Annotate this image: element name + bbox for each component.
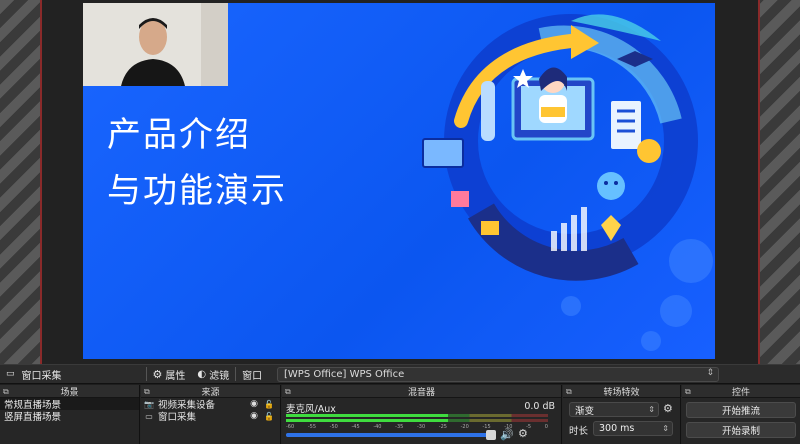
mixer-track-name: 麦克风/Aux [286, 404, 336, 415]
scene-item-label: 竖屏直播场景 [4, 412, 62, 423]
gear-icon: ⚙ [152, 367, 163, 381]
dock-float-icon[interactable]: ⧉ [566, 387, 572, 397]
slide-title-line1: 产品介绍 [107, 115, 251, 155]
window-select-dropdown[interactable]: [WPS Office] WPS Office ⇕ [277, 367, 719, 382]
eye-icon[interactable]: ◉ [250, 399, 258, 409]
audio-mixer-dock: ⧉ 混音器 麦克风/Aux 0.0 dB -60 -55 -50 -45 -40 -35 -… [282, 385, 562, 444]
slide-illustration [422, 14, 713, 351]
mixer-header-label: 混音器 [407, 387, 435, 398]
mixer-scale-tick: -45 [351, 424, 360, 430]
mixer-scale-tick: -35 [395, 424, 404, 430]
controls-dock: ⧉ 控件 开始推流 开始录制 [682, 385, 800, 444]
transitions-dock: ⧉ 转场特效 渐变 ⇕ ⚙ 时长 300 ms ⇕ [563, 385, 681, 444]
sources-header-label: 来源 [201, 387, 220, 398]
duration-label: 时长 [569, 426, 589, 437]
scenes-dock: ⧉ 场景 常规直播场景 竖屏直播场景 [0, 385, 140, 444]
dock-float-icon[interactable]: ⧉ [685, 387, 691, 397]
volume-slider-knob[interactable] [485, 430, 496, 440]
updown-chevron-icon: ⇕ [648, 405, 655, 414]
capture-source-label: 窗口采集 [21, 370, 62, 382]
source-item[interactable]: ▭ 窗口采集 ◉ 🔓 [141, 410, 280, 423]
transition-type-value: 渐变 [575, 405, 595, 417]
volume-slider[interactable] [286, 430, 496, 440]
updown-chevron-icon: ⇕ [662, 424, 669, 433]
mixer-level-readout: 0.0 dB [524, 401, 555, 412]
updown-chevron-icon: ⇕ [706, 368, 714, 378]
window-icon: ▭ [145, 411, 153, 421]
filters-label: 滤镜 [209, 370, 230, 382]
source-item-label: 窗口采集 [158, 412, 197, 423]
duration-spinbox[interactable]: 300 ms ⇕ [593, 421, 673, 436]
mixer-scale-tick: -30 [416, 424, 426, 430]
source-toolbar: ▭ 窗口采集 ⚙ 属性 ◐ 滤镜 窗口 [WPS Office] WPS Off… [0, 364, 800, 384]
bounds-edge-left [40, 0, 42, 364]
scenes-dock-header: ⧉ 场景 [0, 385, 139, 398]
properties-button[interactable]: ⚙ 属性 [147, 364, 192, 384]
slide-title: 产品介绍 与功能演示 [107, 107, 287, 219]
transition-type-select[interactable]: 渐变 ⇕ [569, 402, 659, 417]
scenes-header-label: 场景 [60, 387, 79, 398]
preview-area[interactable]: 产品介绍 与功能演示 [0, 0, 800, 364]
transitions-header-label: 转场特效 [603, 387, 640, 398]
capture-source-name: ▭ 窗口采集 [0, 364, 68, 384]
start-streaming-label: 开始推流 [721, 406, 760, 417]
webcam-person-image [83, 3, 228, 86]
properties-label: 属性 [165, 370, 186, 382]
mixer-scale-tick: 0 [544, 424, 548, 430]
start-recording-button[interactable]: 开始录制 [686, 422, 796, 438]
transitions-dock-header: ⧉ 转场特效 [563, 385, 680, 398]
start-recording-label: 开始录制 [721, 426, 760, 437]
speaker-icon[interactable]: 🔊 [500, 428, 514, 441]
mixer-scale-tick: -55 [307, 424, 316, 430]
bounds-edge-right [758, 0, 760, 364]
gear-icon[interactable]: ⚙ [518, 427, 528, 440]
window-label: 窗口 [242, 370, 263, 382]
volume-meter-right [286, 419, 548, 422]
bottom-docks: ⧉ 场景 常规直播场景 竖屏直播场景 ⧉ 来源 📷 视频采集设备 ◉ 🔓 ▭ 窗… [0, 385, 800, 444]
lock-icon[interactable]: 🔓 [264, 412, 274, 421]
filters-button[interactable]: ◐ 滤镜 [191, 364, 235, 384]
mixer-scale-tick: -20 [460, 424, 469, 430]
controls-dock-header: ⧉ 控件 [682, 385, 800, 398]
controls-header-label: 控件 [731, 387, 750, 398]
mixer-scale-tick: -50 [329, 424, 338, 430]
window-icon: ▭ [6, 369, 15, 379]
volume-meter-fill [286, 414, 449, 417]
mixer-scale-tick: -60 [286, 424, 295, 430]
scene-item[interactable]: 竖屏直播场景 [0, 410, 139, 423]
gear-icon[interactable]: ⚙ [663, 402, 673, 415]
camera-icon: 📷 [144, 399, 154, 409]
dock-float-icon[interactable]: ⧉ [144, 387, 150, 397]
window-select-value: [WPS Office] WPS Office [284, 369, 405, 380]
webcam-feed[interactable] [83, 3, 228, 86]
window-field-label: 窗口 [236, 364, 268, 384]
dock-float-icon[interactable]: ⧉ [285, 387, 291, 397]
volume-slider-fill [286, 433, 492, 437]
sources-dock: ⧉ 来源 📷 视频采集设备 ◉ 🔓 ▭ 窗口采集 ◉ 🔓 [141, 385, 281, 444]
volume-meter-fill [286, 419, 449, 422]
mixer-scale-tick: -25 [438, 424, 447, 430]
start-streaming-button[interactable]: 开始推流 [686, 402, 796, 418]
mixer-dock-header: ⧉ 混音器 [282, 385, 561, 398]
filter-icon: ◐ [197, 368, 207, 380]
lock-icon[interactable]: 🔓 [264, 400, 274, 409]
duration-value: 300 ms [599, 423, 635, 434]
eye-icon[interactable]: ◉ [250, 411, 258, 421]
volume-meter-left [286, 414, 548, 417]
mixer-scale-tick: -40 [373, 424, 382, 430]
dock-float-icon[interactable]: ⧉ [3, 387, 9, 397]
slide-title-line2: 与功能演示 [107, 171, 287, 211]
